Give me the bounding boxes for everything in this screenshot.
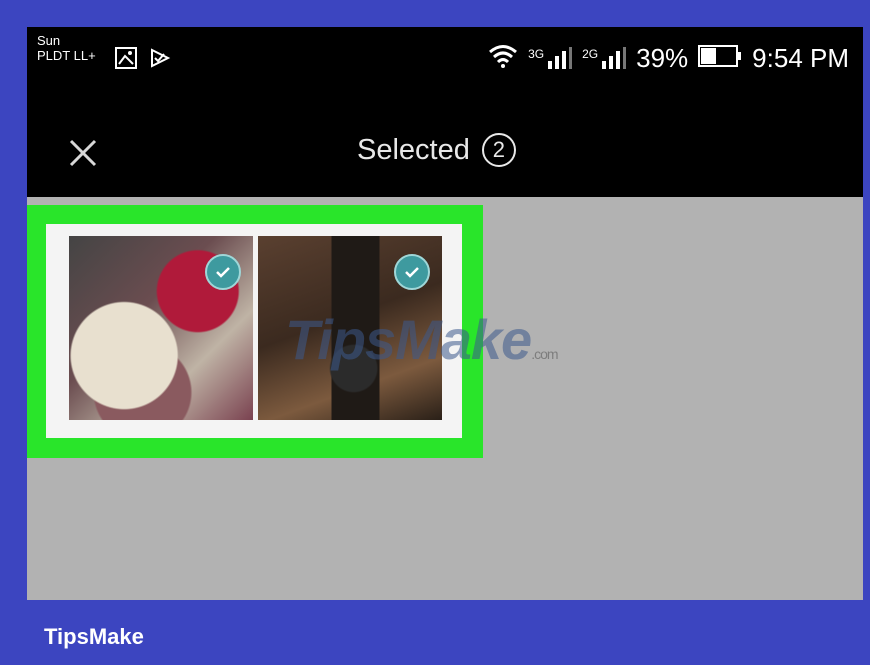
photo-thumbnail-cupcake[interactable] (69, 236, 253, 420)
brand-label: TipsMake (44, 624, 144, 649)
checkmark-icon (405, 267, 419, 278)
close-icon (69, 139, 97, 167)
phone-screen: Sun PLDT LL+ 3G 2G 39% 9:54 PM Selected … (27, 27, 863, 600)
carrier-line-2: PLDT LL+ (37, 48, 96, 63)
selected-count-badge: 2 (481, 133, 516, 167)
wifi-icon (488, 44, 518, 73)
check-flag-icon (149, 47, 171, 74)
battery-percent: 39% (636, 43, 689, 73)
close-button[interactable] (63, 133, 103, 173)
carrier-label: Sun PLDT LL+ (37, 33, 96, 63)
watermark: TipsMake.com (285, 307, 559, 372)
signal-3g: 3G (528, 47, 573, 69)
selected-check-button[interactable] (394, 254, 430, 290)
watermark-suffix: .com (531, 346, 558, 362)
net-3g-label: 3G (528, 47, 545, 61)
carrier-line-1: Sun (37, 33, 61, 48)
signal-2g: 2G (582, 47, 627, 69)
watermark-text: TipsMake (285, 308, 532, 371)
page-title: Selected (357, 133, 470, 166)
status-bar: Sun PLDT LL+ 3G 2G 39% 9:54 PM (27, 27, 863, 113)
net-2g-label: 2G (582, 47, 599, 61)
selected-check-button[interactable] (205, 254, 241, 290)
selection-toolbar: Selected 2 (27, 113, 863, 197)
battery-icon (698, 44, 742, 72)
image-icon (115, 47, 137, 74)
checkmark-icon (216, 267, 230, 278)
toolbar-title-group: Selected 2 (357, 133, 516, 167)
signal-icon (602, 47, 627, 69)
clock: 9:54 PM (752, 43, 849, 73)
signal-icon (548, 47, 573, 69)
